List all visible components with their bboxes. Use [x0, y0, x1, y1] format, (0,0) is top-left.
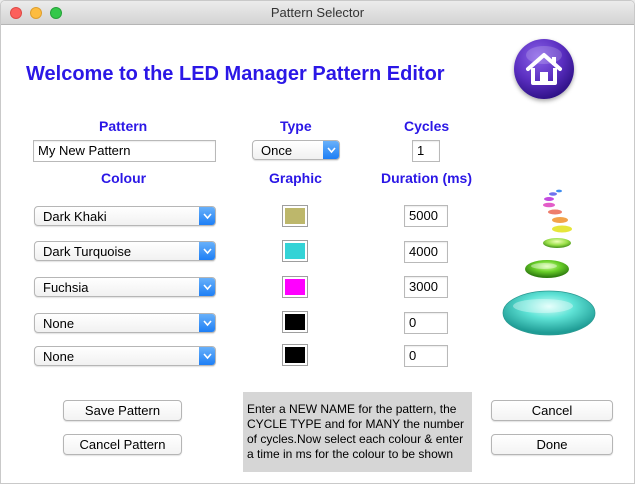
done-button[interactable]: Done	[491, 434, 613, 455]
type-select-value: Once	[261, 143, 293, 158]
colour-select-value: None	[43, 349, 75, 364]
title-bar[interactable]: Pattern Selector	[1, 1, 634, 25]
pattern-selector-window: Pattern Selector Welcome to the LED Mana…	[0, 0, 635, 484]
colour-label: Colour	[101, 170, 147, 186]
colour-swatch-3	[282, 276, 308, 298]
colour-select-1[interactable]: Dark Khaki	[34, 206, 216, 226]
duration-field-2[interactable]: 4000	[404, 241, 448, 263]
cancel-button[interactable]: Cancel	[491, 400, 613, 421]
help-text: Enter a NEW NAME for the pattern, the CY…	[243, 392, 472, 472]
chevron-down-icon	[199, 314, 215, 332]
duration-label: Duration (ms)	[381, 170, 472, 186]
cycles-label: Cycles	[404, 118, 450, 134]
duration-field-3[interactable]: 3000	[404, 276, 448, 298]
chevron-down-icon	[199, 242, 215, 260]
colour-swatch-2	[282, 240, 308, 262]
page-heading: Welcome to the LED Manager Pattern Edito…	[26, 63, 445, 85]
pattern-name-field[interactable]: My New Pattern	[33, 140, 216, 162]
duration-field-4[interactable]: 0	[404, 312, 448, 334]
colour-swatch-4	[282, 311, 308, 333]
pattern-label: Pattern	[99, 118, 148, 134]
home-icon[interactable]	[514, 39, 574, 99]
graphic-label: Graphic	[269, 170, 322, 186]
chevron-down-icon	[199, 278, 215, 296]
colour-select-4[interactable]: None	[34, 313, 216, 333]
type-select[interactable]: Once	[252, 140, 340, 160]
duration-field-1[interactable]: 5000	[404, 205, 448, 227]
chevron-down-icon	[323, 141, 339, 159]
colour-select-value: Fuchsia	[43, 280, 89, 295]
led-stack-graphic	[501, 189, 611, 349]
colour-swatch-5	[282, 344, 308, 366]
colour-select-value: Dark Khaki	[43, 209, 107, 224]
type-label: Type	[280, 118, 312, 134]
window-title: Pattern Selector	[270, 5, 365, 20]
save-pattern-button[interactable]: Save Pattern	[63, 400, 182, 421]
cycles-field[interactable]: 1	[412, 140, 440, 162]
colour-select-value: None	[43, 316, 75, 331]
colour-select-2[interactable]: Dark Turquoise	[34, 241, 216, 261]
colour-swatch-1	[282, 205, 308, 227]
colour-select-5[interactable]: None	[34, 346, 216, 366]
chevron-down-icon	[199, 347, 215, 365]
cancel-pattern-button[interactable]: Cancel Pattern	[63, 434, 182, 455]
duration-field-5[interactable]: 0	[404, 345, 448, 367]
colour-select-3[interactable]: Fuchsia	[34, 277, 216, 297]
colour-select-value: Dark Turquoise	[43, 244, 132, 259]
chevron-down-icon	[199, 207, 215, 225]
